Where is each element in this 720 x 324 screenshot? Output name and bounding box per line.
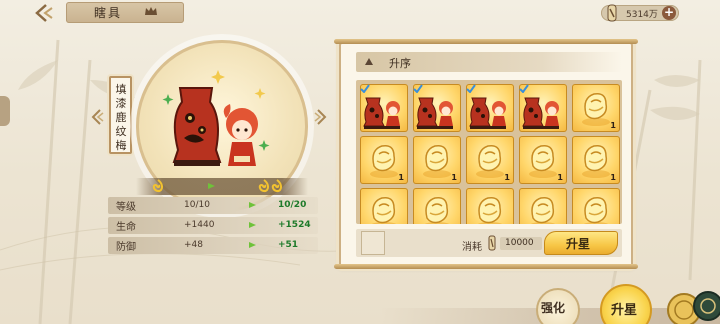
item-name-char: 鹿: [115, 111, 127, 124]
material-slot-gold-ingot[interactable]: 1: [413, 136, 461, 184]
item-name-char: 漆: [115, 97, 127, 110]
current-star-icon: [152, 179, 163, 193]
selected-check-icon: [360, 84, 370, 93]
next-star-icon: [271, 179, 282, 193]
material-count: 1: [557, 173, 563, 182]
stat-current-value: 10/10: [184, 200, 210, 210]
crown-icon: [145, 7, 157, 15]
material-slot-vase[interactable]: [413, 84, 461, 132]
next-item-arrow-icon[interactable]: [314, 108, 328, 126]
material-slot-gold-ingot[interactable]: [466, 188, 514, 224]
material-slot-vase[interactable]: [360, 84, 408, 132]
upgrade-arrow-icon: [208, 183, 215, 189]
material-count: 1: [451, 173, 457, 182]
material-slot-gold-ingot[interactable]: [519, 188, 567, 224]
material-grid-frame: 1 1 1 1 1 1: [356, 80, 622, 224]
add-currency-button[interactable]: +: [662, 6, 676, 20]
back-icon[interactable]: [32, 3, 56, 23]
title-plate: [66, 2, 184, 23]
stat-label: 防御: [116, 242, 136, 253]
cost-value: 10000: [505, 238, 534, 248]
gold-ingot-icon: [530, 196, 556, 224]
material-grid: 1 1 1 1 1 1: [360, 84, 620, 224]
currency-amount: 5314万: [626, 10, 658, 20]
item-name-char: 纹: [115, 125, 127, 138]
stat-current-value: +1440: [184, 220, 215, 230]
confirm-upstar-label: 升星: [566, 237, 591, 251]
material-count: 1: [610, 173, 616, 182]
material-slot-gold-ingot[interactable]: 1: [466, 136, 514, 184]
material-slot-gold-ingot[interactable]: [413, 188, 461, 224]
stat-next-value: +51: [278, 240, 299, 250]
item-name-char: 填: [115, 83, 127, 96]
gold-ingot-icon: [583, 196, 609, 224]
lacquer-vase-character-image: [162, 70, 270, 166]
stat-current-value: +48: [184, 240, 203, 250]
material-slot-gold-ingot[interactable]: 1: [519, 136, 567, 184]
material-slot-vase[interactable]: [466, 84, 514, 132]
item-name-char: 梅: [115, 139, 127, 152]
selected-check-icon: [519, 84, 529, 93]
material-count: 1: [504, 173, 510, 182]
next-star-icon: [258, 179, 269, 193]
scroll-rod-bottom: [334, 264, 638, 269]
material-slot-gold-ingot[interactable]: [572, 188, 620, 224]
material-slot-gold-ingot[interactable]: 1: [360, 136, 408, 184]
stat-next-value: 10/20: [278, 200, 307, 210]
page-title: 瞎具: [94, 6, 123, 20]
coin-stack-decoration: [667, 291, 720, 324]
stat-arrow-icon: [249, 242, 256, 248]
material-slot-gold-ingot[interactable]: 1: [572, 136, 620, 184]
scroll-coin-icon: [607, 4, 617, 22]
item-name: 填 漆 鹿 纹 梅: [113, 83, 129, 153]
material-slot-gold-ingot[interactable]: 1: [572, 84, 620, 132]
gold-ingot-icon: [424, 196, 450, 224]
stat-arrow-icon: [249, 222, 256, 228]
gold-ingot-icon: [477, 196, 503, 224]
caret-up-icon: [365, 58, 373, 65]
material-count: 1: [398, 173, 404, 182]
selected-check-icon: [466, 84, 476, 93]
material-slot-vase[interactable]: [519, 84, 567, 132]
material-count: 1: [610, 121, 616, 130]
stat-label: 生命: [116, 222, 136, 233]
selected-check-icon: [413, 84, 423, 93]
prev-item-arrow-icon[interactable]: [90, 108, 104, 126]
gold-ingot-icon: [371, 196, 397, 224]
upstar-tab-label: 升星: [611, 303, 638, 318]
material-slot-gold-ingot[interactable]: [360, 188, 408, 224]
strengthen-tab-label: 强化: [541, 301, 566, 315]
stat-label: 等级: [116, 202, 136, 213]
scroll-rod-top: [334, 39, 638, 44]
side-drawer-handle[interactable]: [0, 96, 10, 126]
cost-label: 消耗: [462, 242, 482, 253]
scroll-coin-icon: [488, 235, 496, 251]
top-bar: 瞎具 5314万 +: [0, 0, 720, 26]
stat-arrow-icon: [249, 202, 256, 208]
section-label: 升序: [389, 57, 411, 70]
stat-next-value: +1524: [278, 220, 311, 230]
empty-material-slot[interactable]: [361, 231, 385, 255]
